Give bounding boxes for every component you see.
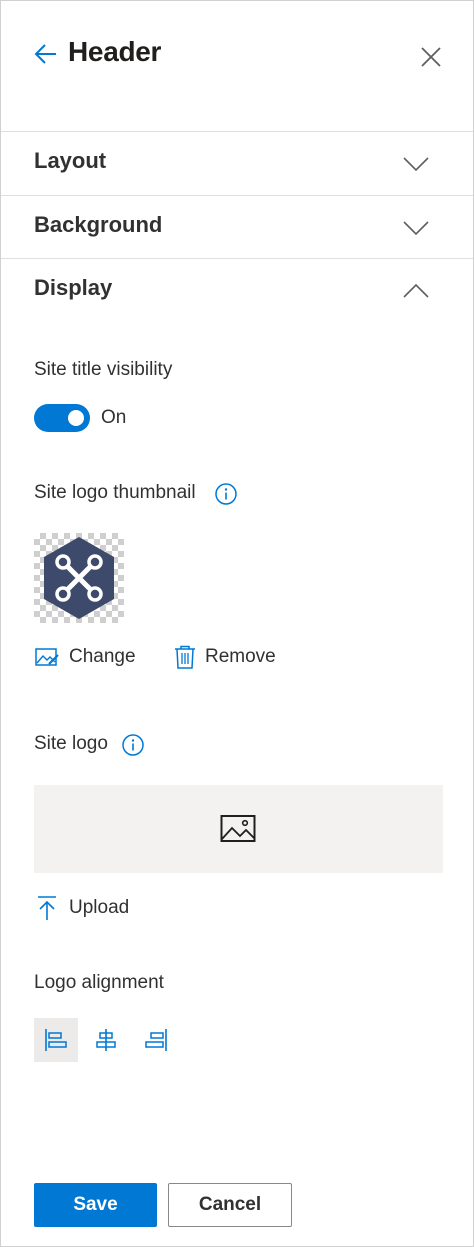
site-logo-label: Site logo (34, 733, 108, 754)
image-edit-icon (35, 648, 59, 666)
section-display[interactable]: Display (1, 258, 473, 321)
header-settings-panel: Header Layout Background Display Site ti… (0, 0, 474, 1247)
logo-alignment-label: Logo alignment (34, 972, 164, 993)
toggle-knob (68, 410, 84, 426)
change-label: Change (69, 646, 136, 667)
upload-icon (38, 896, 56, 920)
toggle-state-text: On (101, 407, 127, 428)
chevron-down-icon (403, 157, 429, 172)
remove-label: Remove (205, 646, 276, 667)
section-layout[interactable]: Layout (1, 131, 473, 194)
panel-header: Header (1, 1, 473, 131)
info-icon[interactable] (214, 482, 238, 506)
upload-logo-button[interactable]: Upload (34, 895, 139, 925)
align-right-icon (145, 1029, 167, 1051)
site-title-visibility-label: Site title visibility (34, 359, 173, 380)
panel-title: Header (68, 36, 162, 67)
arrow-left-icon[interactable] (31, 39, 61, 69)
site-logo-thumbnail-label: Site logo thumbnail (34, 482, 196, 503)
change-thumbnail-button[interactable]: Change (34, 644, 144, 674)
thumbnail-logo-icon (44, 537, 114, 619)
site-logo-placeholder[interactable] (34, 785, 443, 873)
site-logo-thumbnail-image (34, 533, 124, 623)
section-background[interactable]: Background (1, 195, 473, 258)
info-icon[interactable] (121, 733, 145, 757)
upload-label: Upload (69, 897, 130, 918)
remove-thumbnail-button[interactable]: Remove (172, 644, 287, 674)
trash-icon (175, 645, 195, 669)
align-center-button[interactable] (84, 1018, 128, 1062)
image-icon (220, 815, 256, 842)
align-right-button[interactable] (134, 1018, 178, 1062)
chevron-down-icon (403, 221, 429, 236)
section-layout-label: Layout (34, 148, 107, 173)
cancel-button[interactable]: Cancel (168, 1183, 292, 1227)
align-center-icon (96, 1029, 116, 1051)
chevron-up-icon (403, 283, 429, 298)
section-background-label: Background (34, 212, 163, 237)
align-left-button[interactable] (34, 1018, 78, 1062)
close-icon[interactable] (417, 43, 445, 71)
site-title-visibility-toggle[interactable] (34, 404, 90, 432)
section-display-label: Display (34, 275, 113, 300)
align-left-icon (45, 1029, 67, 1051)
save-button[interactable]: Save (34, 1183, 157, 1227)
